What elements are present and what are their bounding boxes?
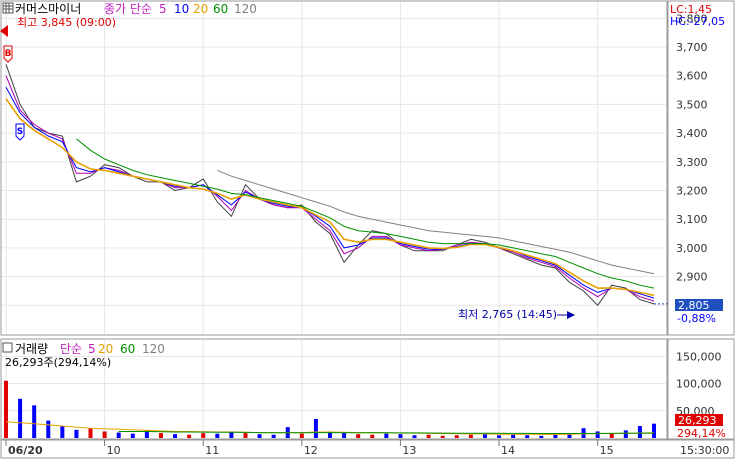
x-tick-label: 10 xyxy=(107,444,121,457)
price-tick-label: 3,500 xyxy=(676,98,708,111)
volume-bar xyxy=(426,434,431,438)
sell-marker: S xyxy=(15,123,25,141)
volume-ma120-legend: 120 xyxy=(142,342,165,356)
low-annotation: 최저 2,765 (14:45) xyxy=(458,308,557,321)
price-tick-label: 3,600 xyxy=(676,70,708,83)
volume-bar xyxy=(623,430,628,438)
ma60-legend: 60 xyxy=(213,2,228,16)
volume-bar xyxy=(271,434,276,438)
volume-bar xyxy=(243,433,248,438)
x-tick-label: 15 xyxy=(600,444,614,457)
volume-bar xyxy=(482,434,487,438)
change-percent: -0,88% xyxy=(677,312,716,325)
ma20-legend: 20 xyxy=(193,2,208,16)
volume-bar xyxy=(4,380,8,438)
last-volume-value: 26,293 xyxy=(678,414,717,427)
high-annotation: 최고 3,845 (09:00) xyxy=(17,16,116,29)
volume-bar xyxy=(370,434,375,438)
volume-tick-label: 150,000 xyxy=(676,350,722,363)
x-tick-label: 15:30:00 xyxy=(680,444,729,457)
x-tick-label: 14 xyxy=(501,444,515,457)
volume-stat: 26,293주(294,14%) xyxy=(5,356,111,369)
volume-bar xyxy=(454,435,459,438)
volume-bar xyxy=(497,435,502,438)
ma5-legend: 5 xyxy=(159,2,167,16)
volume-bar xyxy=(116,432,121,438)
volume-bar xyxy=(539,435,544,438)
volume-bar xyxy=(342,433,347,438)
ma10-legend: 10 xyxy=(174,2,189,16)
price-tick-label: 3,400 xyxy=(676,127,708,140)
volume-bar xyxy=(525,435,530,438)
volume-ma20-legend: 20 xyxy=(98,342,113,356)
volume-bar xyxy=(511,434,516,438)
volume-bar xyxy=(553,434,558,438)
volume-bar xyxy=(32,405,37,438)
volume-bar xyxy=(201,433,206,438)
x-tick-label: 13 xyxy=(402,444,416,457)
volume-bar xyxy=(313,418,318,438)
volume-bar xyxy=(88,428,93,438)
volume-bar xyxy=(384,433,389,438)
volume-bar xyxy=(74,429,79,438)
volume-bar xyxy=(173,434,178,438)
volume-bar xyxy=(398,434,403,438)
volume-bar xyxy=(60,426,65,438)
volume-bar xyxy=(158,433,163,438)
price-tick-label: 3,700 xyxy=(676,41,708,54)
price-tick-label: 3,200 xyxy=(676,185,708,198)
volume-bar xyxy=(412,435,417,438)
volume-bar xyxy=(595,431,600,438)
volume-bar xyxy=(46,420,51,438)
volume-tick-label: 100,000 xyxy=(676,378,722,391)
price-tick-label: 2,900 xyxy=(676,271,708,284)
volume-bar xyxy=(652,423,656,438)
x-tick-label: 12 xyxy=(304,444,318,457)
buy-marker: B xyxy=(3,45,13,63)
stock-chart: 3,8003,7003,6003,5003,4003,3003,2003,100… xyxy=(0,0,735,459)
last-volume-percent: 294,14% xyxy=(677,427,726,440)
ma120-legend: 120 xyxy=(234,2,257,16)
hc-label: HC:-27,05 xyxy=(670,15,725,28)
volume-ma-label: 단순 xyxy=(60,342,82,356)
volume-bar xyxy=(215,433,220,438)
volume-bar xyxy=(130,433,135,438)
volume-ma5-legend: 5 xyxy=(88,342,96,356)
stock-name: 커머스마이너 xyxy=(15,2,81,16)
volume-bar xyxy=(18,398,23,438)
volume-bar xyxy=(102,431,107,438)
x-tick-label: 06/20 xyxy=(8,444,43,457)
chart-menu-icon[interactable] xyxy=(2,2,14,14)
volume-bar xyxy=(257,434,262,438)
volume-ma60-legend: 60 xyxy=(120,342,135,356)
volume-bar xyxy=(356,434,361,438)
volume-bar xyxy=(468,434,473,438)
ma-label: 종가 단순 xyxy=(104,2,152,16)
price-tick-label: 3,300 xyxy=(676,156,708,169)
volume-bar xyxy=(637,426,642,438)
volume-bar xyxy=(299,433,304,438)
volume-bar xyxy=(187,434,192,438)
volume-title: 거래량 xyxy=(15,342,48,356)
volume-menu-icon[interactable] xyxy=(2,342,13,353)
volume-bar xyxy=(440,435,445,438)
last-price-value: 2,805 xyxy=(678,299,710,312)
svg-text:S: S xyxy=(17,127,23,137)
svg-text:B: B xyxy=(5,49,12,59)
price-tick-label: 3,100 xyxy=(676,213,708,226)
x-tick-label: 11 xyxy=(205,444,219,457)
price-tick-label: 3,000 xyxy=(676,242,708,255)
